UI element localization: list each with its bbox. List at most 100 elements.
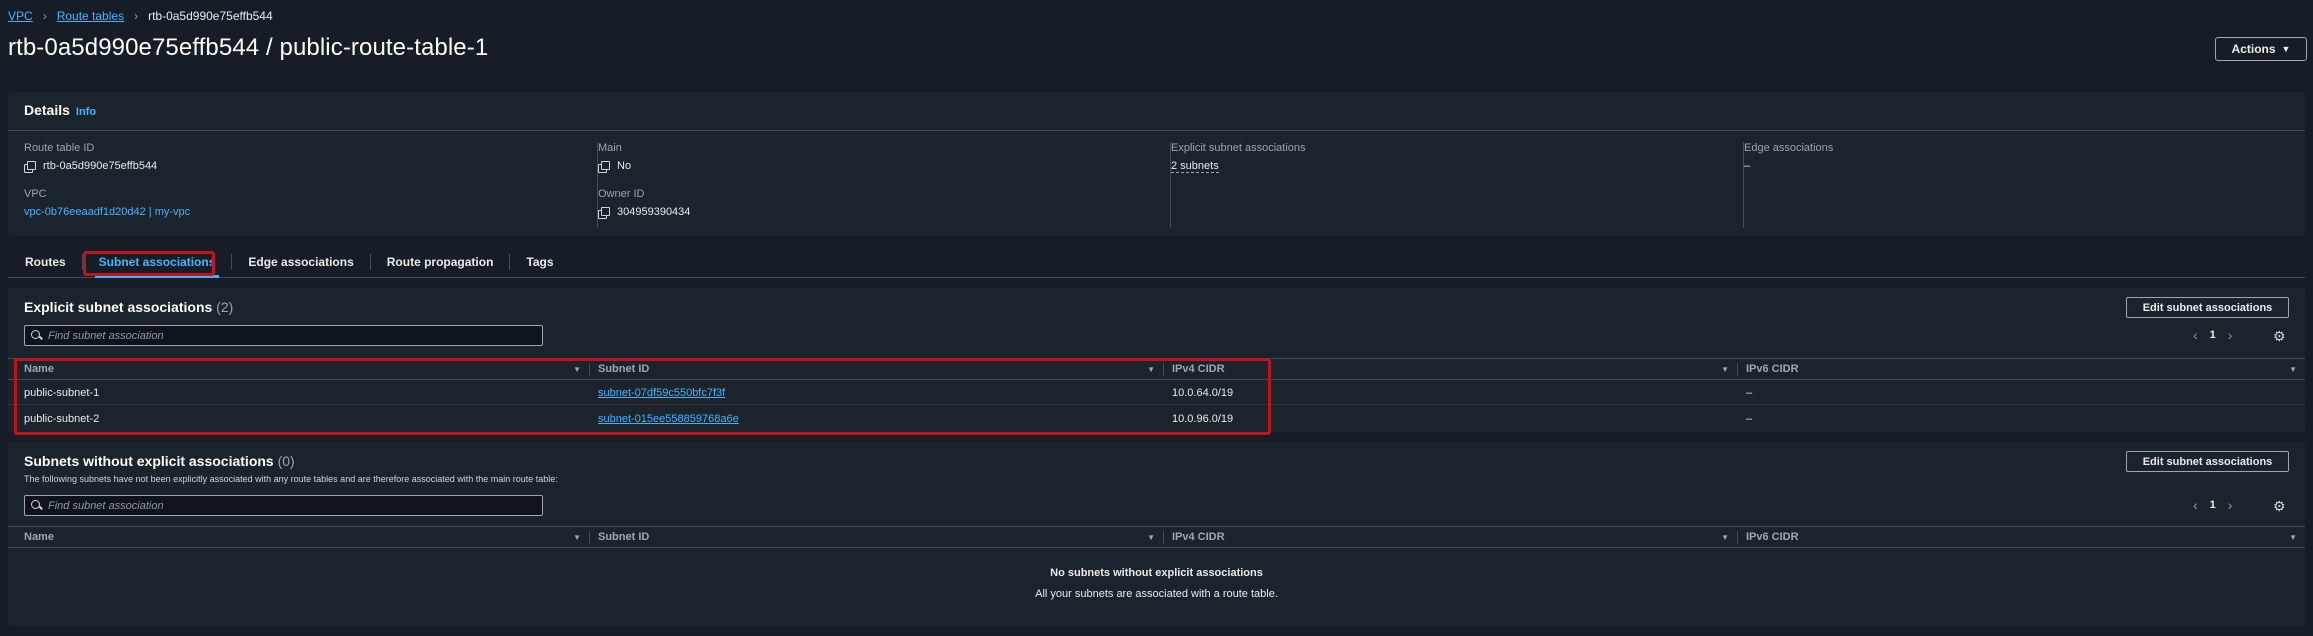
explicit-assoc-label: Explicit subnet associations [1171, 142, 1306, 154]
main-value: No [617, 160, 632, 172]
sort-down-icon: ▼ [1147, 364, 1155, 374]
main-value-row: No [598, 160, 632, 173]
without-search[interactable] [24, 495, 543, 516]
search-input[interactable] [48, 329, 528, 342]
caret-down-icon: ▼ [2281, 44, 2291, 54]
breadcrumb-route-tables[interactable]: Route tables [57, 9, 124, 23]
col-ipv6-label: IPv6 CIDR [1746, 363, 1799, 375]
cell-ipv6: – [1746, 386, 1753, 399]
tab-subnet-associations[interactable]: Subnet associations [81, 254, 232, 278]
col-subnet-id[interactable]: Subnet ID ▼ [590, 527, 1163, 547]
tab-list: Routes Subnet associations Edge associat… [8, 246, 570, 278]
owner-id-value: 304959390434 [617, 206, 691, 218]
tab-edge-associations[interactable]: Edge associations [231, 254, 369, 270]
chevron-right-icon: › [42, 9, 47, 23]
details-column-4: Edge associations – [1743, 142, 2303, 228]
search-input[interactable] [48, 499, 528, 512]
sort-down-icon: ▼ [1721, 532, 1729, 542]
explicit-search[interactable] [24, 325, 543, 346]
vpc-link[interactable]: vpc-0b76eeaadf1d20d42 | my-vpc [24, 206, 190, 218]
sort-down-icon: ▼ [2289, 532, 2297, 542]
search-icon [31, 500, 42, 511]
col-ipv4-label: IPv4 CIDR [1172, 363, 1225, 375]
empty-state-title: No subnets without explicit associations [1050, 567, 1263, 579]
col-subnet-id[interactable]: Subnet ID ▼ [590, 359, 1163, 379]
explicit-assoc-value-row: 2 subnets [1171, 160, 1306, 173]
sort-down-icon: ▼ [573, 364, 581, 374]
details-column-1: Route table ID rtb-0a5d990e75effb544 VPC… [24, 142, 584, 228]
actions-button[interactable]: Actions ▼ [2215, 37, 2307, 61]
breadcrumb: VPC › Route tables › rtb-0a5d990e75effb5… [8, 8, 273, 24]
page-number[interactable]: 1 [2210, 329, 2216, 341]
actions-label: Actions [2231, 42, 2276, 56]
gear-icon[interactable]: ⚙ [2273, 329, 2287, 343]
col-ipv6-label: IPv6 CIDR [1746, 531, 1799, 543]
edit-subnet-associations-button[interactable]: Edit subnet associations [2126, 451, 2289, 472]
pagination: ‹ 1 › [2193, 497, 2232, 513]
route-table-id-label: Route table ID [24, 142, 95, 154]
copy-icon[interactable] [24, 160, 36, 173]
breadcrumb-current: rtb-0a5d990e75effb544 [148, 9, 273, 23]
copy-icon[interactable] [598, 206, 610, 219]
chevron-right-icon[interactable]: › [2228, 497, 2233, 513]
edit-subnet-associations-button[interactable]: Edit subnet associations [2126, 297, 2289, 318]
details-title: Details [24, 102, 70, 118]
breadcrumb-vpc[interactable]: VPC [8, 9, 33, 23]
explicit-associations-panel: Explicit subnet associations (2) Edit su… [8, 288, 2305, 432]
explicit-assoc-value[interactable]: 2 subnets [1171, 160, 1219, 173]
page-number[interactable]: 1 [2210, 499, 2216, 511]
table-header: Name ▼ Subnet ID ▼ IPv4 CIDR ▼ IPv6 CIDR ▼ [8, 358, 2305, 380]
route-table-id-field: Route table ID rtb-0a5d990e75effb544 [24, 142, 157, 173]
col-name[interactable]: Name ▼ [16, 527, 589, 547]
without-title: Subnets without explicit associations (0… [24, 453, 295, 469]
col-ipv6-cidr[interactable]: IPv6 CIDR ▼ [1738, 527, 2305, 547]
details-column-2: Main No Owner ID 304959390434 [597, 142, 1157, 228]
page-title: rtb-0a5d990e75effb544 / public-route-tab… [8, 34, 489, 61]
tabs-bar: Routes Subnet associations Edge associat… [8, 246, 2305, 278]
chevron-left-icon[interactable]: ‹ [2193, 327, 2198, 343]
gear-icon[interactable]: ⚙ [2273, 499, 2287, 513]
info-link[interactable]: Info [76, 106, 96, 118]
empty-state-description: All your subnets are associated with a r… [1035, 588, 1278, 600]
col-ipv4-cidr[interactable]: IPv4 CIDR ▼ [1164, 359, 1737, 379]
tab-route-propagation[interactable]: Route propagation [369, 254, 510, 270]
edge-assoc-value: – [1744, 160, 1751, 172]
cell-name: public-subnet-1 [24, 386, 100, 399]
table-row[interactable]: public-subnet-1 subnet-07df59c550bfc7f3f… [8, 380, 2305, 405]
edge-assoc-value-row: – [1744, 160, 1833, 172]
cell-ipv6: – [1746, 412, 1753, 425]
copy-icon[interactable] [598, 160, 610, 173]
col-name-label: Name [24, 531, 54, 543]
sort-down-icon: ▼ [2289, 364, 2297, 374]
col-ipv6-cidr[interactable]: IPv6 CIDR ▼ [1738, 359, 2305, 379]
owner-id-value-row: 304959390434 [598, 206, 691, 219]
chevron-right-icon[interactable]: › [2228, 327, 2233, 343]
subnet-id-link[interactable]: subnet-015ee558859768a6e [598, 413, 739, 425]
col-subnet-id-label: Subnet ID [598, 363, 650, 375]
details-panel: Details Info Route table ID rtb-0a5d990e7… [8, 92, 2305, 236]
table-header: Name ▼ Subnet ID ▼ IPv4 CIDR ▼ IPv6 CIDR ▼ [8, 526, 2305, 548]
table-row[interactable]: public-subnet-2 subnet-015ee558859768a6e… [8, 406, 2305, 431]
details-header: Details Info [24, 102, 96, 118]
chevron-left-icon[interactable]: ‹ [2193, 497, 2198, 513]
explicit-title: Explicit subnet associations (2) [24, 299, 233, 315]
col-name[interactable]: Name ▼ [16, 359, 589, 379]
tab-tags[interactable]: Tags [509, 254, 569, 270]
vpc-value-row: vpc-0b76eeaadf1d20d42 | my-vpc [24, 206, 190, 218]
col-ipv4-cidr[interactable]: IPv4 CIDR ▼ [1164, 527, 1737, 547]
route-table-id-value-row: rtb-0a5d990e75effb544 [24, 160, 157, 173]
details-divider [8, 130, 2305, 131]
sort-down-icon: ▼ [573, 532, 581, 542]
owner-id-field: Owner ID 304959390434 [598, 188, 691, 219]
without-associations-panel: Subnets without explicit associations (0… [8, 442, 2305, 626]
tab-routes[interactable]: Routes [8, 254, 82, 270]
subnet-id-link[interactable]: subnet-07df59c550bfc7f3f [598, 387, 725, 399]
col-subnet-id-label: Subnet ID [598, 531, 650, 543]
details-column-3: Explicit subnet associations 2 subnets [1170, 142, 1730, 228]
edge-assoc-label: Edge associations [1744, 142, 1834, 154]
edge-assoc-field: Edge associations – [1744, 142, 1833, 172]
vpc-label: VPC [24, 188, 47, 200]
cell-name: public-subnet-2 [24, 412, 100, 425]
main-label: Main [598, 142, 622, 154]
main-field: Main No [598, 142, 632, 173]
